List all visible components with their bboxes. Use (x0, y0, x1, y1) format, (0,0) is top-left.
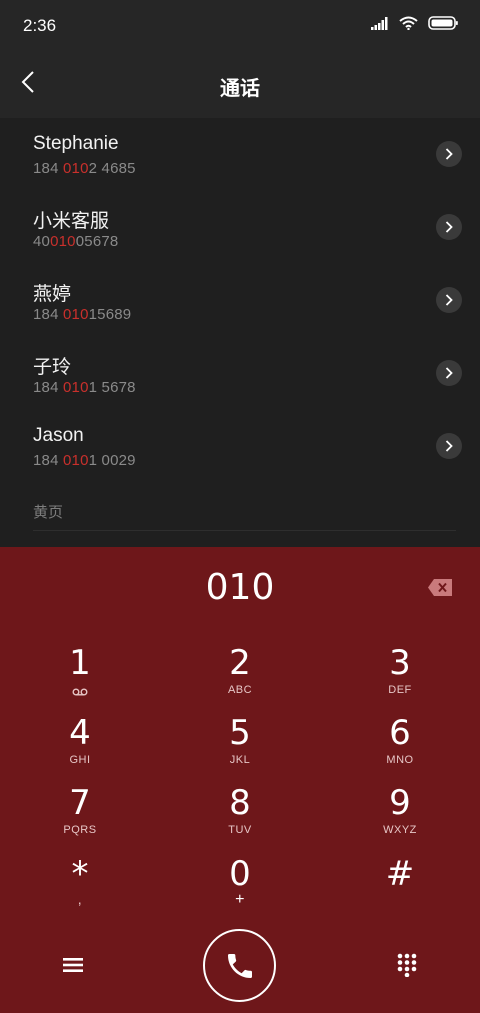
keypad-toggle-button[interactable] (390, 950, 424, 980)
contact-detail-button[interactable] (436, 287, 462, 313)
key-9[interactable]: 9 WXYZ (320, 784, 480, 852)
chevron-right-icon (445, 440, 453, 452)
dialpad-grid-icon (397, 953, 417, 977)
contact-name: Jason (33, 425, 84, 446)
key-2[interactable]: 2 ABC (160, 644, 320, 712)
contact-detail-button[interactable] (436, 360, 462, 386)
backspace-button[interactable] (427, 578, 453, 597)
status-bar: 2:36 (0, 0, 480, 52)
chevron-right-icon (445, 148, 453, 160)
contact-name: 燕婷 (33, 284, 72, 305)
app-header: 通话 (0, 52, 480, 118)
wifi-icon (399, 16, 418, 35)
list-item[interactable]: Jason 184 0101 0029 (0, 410, 480, 483)
key-0[interactable]: 0 + (160, 855, 320, 923)
chevron-right-icon (445, 294, 453, 306)
chevron-right-icon (445, 367, 453, 379)
contact-detail-button[interactable] (436, 141, 462, 167)
menu-button[interactable] (56, 950, 90, 980)
contact-number: 184 0102 4685 (33, 160, 136, 177)
key-4[interactable]: 4 GHI (0, 714, 160, 782)
menu-icon (63, 958, 83, 972)
key-3[interactable]: 3 DEF (320, 644, 480, 712)
contact-number: 184 01015689 (33, 306, 132, 323)
list-item[interactable]: 小米客服 4001005678 (0, 191, 480, 264)
list-item[interactable]: 子玲 184 0101 5678 (0, 337, 480, 410)
search-results-list: Stephanie 184 0102 4685 小米客服 4001005678 … (0, 118, 480, 547)
list-item[interactable]: 燕婷 184 01015689 (0, 264, 480, 337)
key-hash[interactable]: # (320, 855, 480, 923)
dialpad: 010 1 2 ABC 3 DEF 4 GHI 5 JKL 6 MNO 7 PQ… (0, 547, 480, 1013)
contact-detail-button[interactable] (436, 433, 462, 459)
list-item[interactable]: Stephanie 184 0102 4685 (0, 118, 480, 191)
contact-name: 小米客服 (33, 211, 110, 232)
contact-name: Stephanie (33, 133, 119, 154)
contact-number: 184 0101 5678 (33, 379, 136, 396)
call-button[interactable] (203, 929, 276, 1002)
section-label-yellow-pages: 黄页 (33, 504, 64, 521)
key-7[interactable]: 7 PQRS (0, 784, 160, 852)
contact-detail-button[interactable] (436, 214, 462, 240)
key-6[interactable]: 6 MNO (320, 714, 480, 782)
page-title: 通话 (220, 78, 260, 100)
chevron-right-icon (445, 221, 453, 233)
signal-icon (371, 16, 389, 35)
contact-name: 子玲 (33, 357, 72, 378)
key-8[interactable]: 8 TUV (160, 784, 320, 852)
key-star[interactable]: * , (0, 855, 160, 923)
key-5[interactable]: 5 JKL (160, 714, 320, 782)
contact-number: 4001005678 (33, 233, 119, 250)
battery-icon (428, 16, 458, 35)
status-time: 2:36 (23, 16, 57, 35)
dialed-number: 010 (205, 567, 275, 608)
voicemail-icon (0, 683, 160, 697)
key-1[interactable]: 1 (0, 644, 160, 712)
status-icons (371, 16, 458, 35)
backspace-icon (428, 579, 452, 596)
phone-icon (227, 953, 252, 978)
divider (33, 530, 456, 531)
contact-number: 184 0101 0029 (33, 452, 136, 469)
